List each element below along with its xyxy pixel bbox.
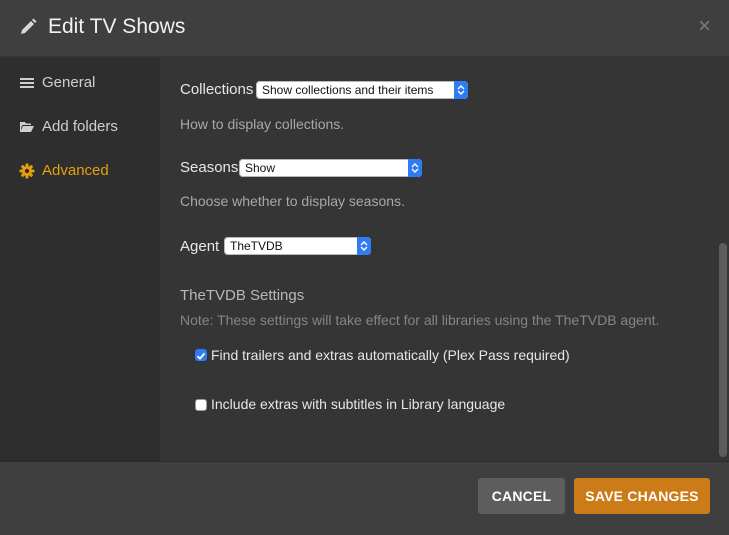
agent-select[interactable]: TheTVDB — [224, 237, 371, 255]
close-icon[interactable]: × — [698, 14, 711, 38]
scrollbar-thumb[interactable] — [719, 243, 727, 457]
cancel-button[interactable]: CANCEL — [478, 478, 565, 514]
sidebar-item-add-folders[interactable]: Add folders — [0, 107, 160, 147]
seasons-label: Seasons — [180, 159, 239, 176]
extras-subtitles-label[interactable]: Include extras with subtitles in Library… — [211, 396, 505, 412]
select-arrows-icon — [357, 237, 371, 255]
sidebar-item-label: General — [42, 74, 96, 91]
select-arrows-icon — [408, 159, 422, 177]
dialog-title: Edit TV Shows — [48, 15, 186, 38]
collections-help: How to display collections. — [180, 116, 345, 132]
agent-label: Agent — [180, 238, 220, 255]
checkmark-icon — [196, 352, 206, 360]
sidebar-item-general[interactable]: General — [0, 63, 160, 103]
list-icon — [19, 75, 35, 91]
collections-label: Collections — [180, 81, 254, 98]
extras-subtitles-checkbox[interactable] — [195, 399, 207, 411]
folder-icon — [19, 119, 35, 135]
dialog-header: Edit TV Shows × — [0, 0, 729, 57]
seasons-help: Choose whether to display seasons. — [180, 193, 405, 209]
seasons-select-value: Show — [245, 161, 276, 175]
gear-icon — [19, 163, 35, 179]
trailers-checkbox[interactable] — [195, 349, 207, 361]
collections-select-value: Show collections and their items — [262, 83, 434, 97]
select-arrows-icon — [454, 81, 468, 99]
collections-select[interactable]: Show collections and their items — [256, 81, 468, 99]
sidebar-item-label: Advanced — [42, 162, 109, 179]
agent-settings-note: Note: These settings will take effect fo… — [180, 312, 660, 328]
sidebar-item-label: Add folders — [42, 118, 118, 135]
agent-select-value: TheTVDB — [230, 239, 283, 253]
dialog-footer: CANCEL SAVE CHANGES — [0, 461, 729, 535]
agent-settings-title: TheTVDB Settings — [180, 287, 305, 304]
trailers-label[interactable]: Find trailers and extras automatically (… — [211, 347, 570, 363]
sidebar: General Add folders Advanced — [0, 57, 160, 461]
settings-panel: Collections Show collections and their i… — [160, 57, 729, 461]
save-changes-button[interactable]: SAVE CHANGES — [574, 478, 710, 514]
sidebar-item-advanced[interactable]: Advanced — [0, 151, 160, 191]
seasons-select[interactable]: Show — [239, 159, 422, 177]
pencil-icon — [18, 17, 38, 37]
